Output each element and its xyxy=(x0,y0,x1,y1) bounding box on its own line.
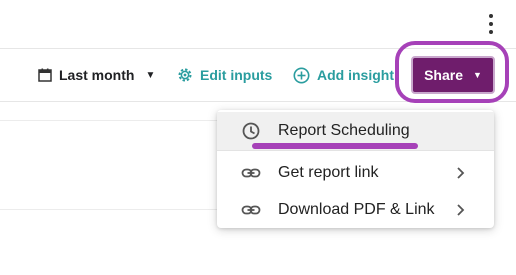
more-vert-icon[interactable] xyxy=(486,14,496,34)
date-range-label: Last month xyxy=(59,67,135,83)
menu-item-download-pdf-link[interactable]: Download PDF & Link xyxy=(217,191,494,229)
menu-item-label: Get report link xyxy=(278,164,379,181)
menu-item-label: Download PDF & Link xyxy=(278,201,435,218)
chevron-right-icon xyxy=(457,167,465,179)
gear-icon xyxy=(178,68,192,82)
caret-down-icon: ▼ xyxy=(473,70,482,80)
content-divider xyxy=(0,120,217,121)
caret-down-icon: ▼ xyxy=(145,69,156,81)
plus-circle-icon xyxy=(293,67,310,83)
menu-divider xyxy=(217,150,494,151)
edit-inputs-button[interactable]: Edit inputs xyxy=(177,49,272,101)
link-icon xyxy=(241,205,261,215)
calendar-icon xyxy=(38,68,52,82)
link-icon xyxy=(241,168,261,178)
highlight-underline-annotation xyxy=(252,143,418,149)
menu-item-get-report-link[interactable]: Get report link xyxy=(217,154,494,192)
share-dropdown-menu: Report Scheduling Get report link Downlo… xyxy=(217,110,494,228)
share-label: Share xyxy=(424,67,463,83)
share-button[interactable]: Share ▼ xyxy=(411,56,495,94)
content-divider xyxy=(0,209,217,210)
date-range-selector[interactable]: Last month ▼ xyxy=(38,49,155,101)
chevron-right-icon xyxy=(457,204,465,216)
edit-inputs-label: Edit inputs xyxy=(200,67,273,83)
menu-item-label: Report Scheduling xyxy=(278,122,410,139)
clock-icon xyxy=(242,122,260,140)
